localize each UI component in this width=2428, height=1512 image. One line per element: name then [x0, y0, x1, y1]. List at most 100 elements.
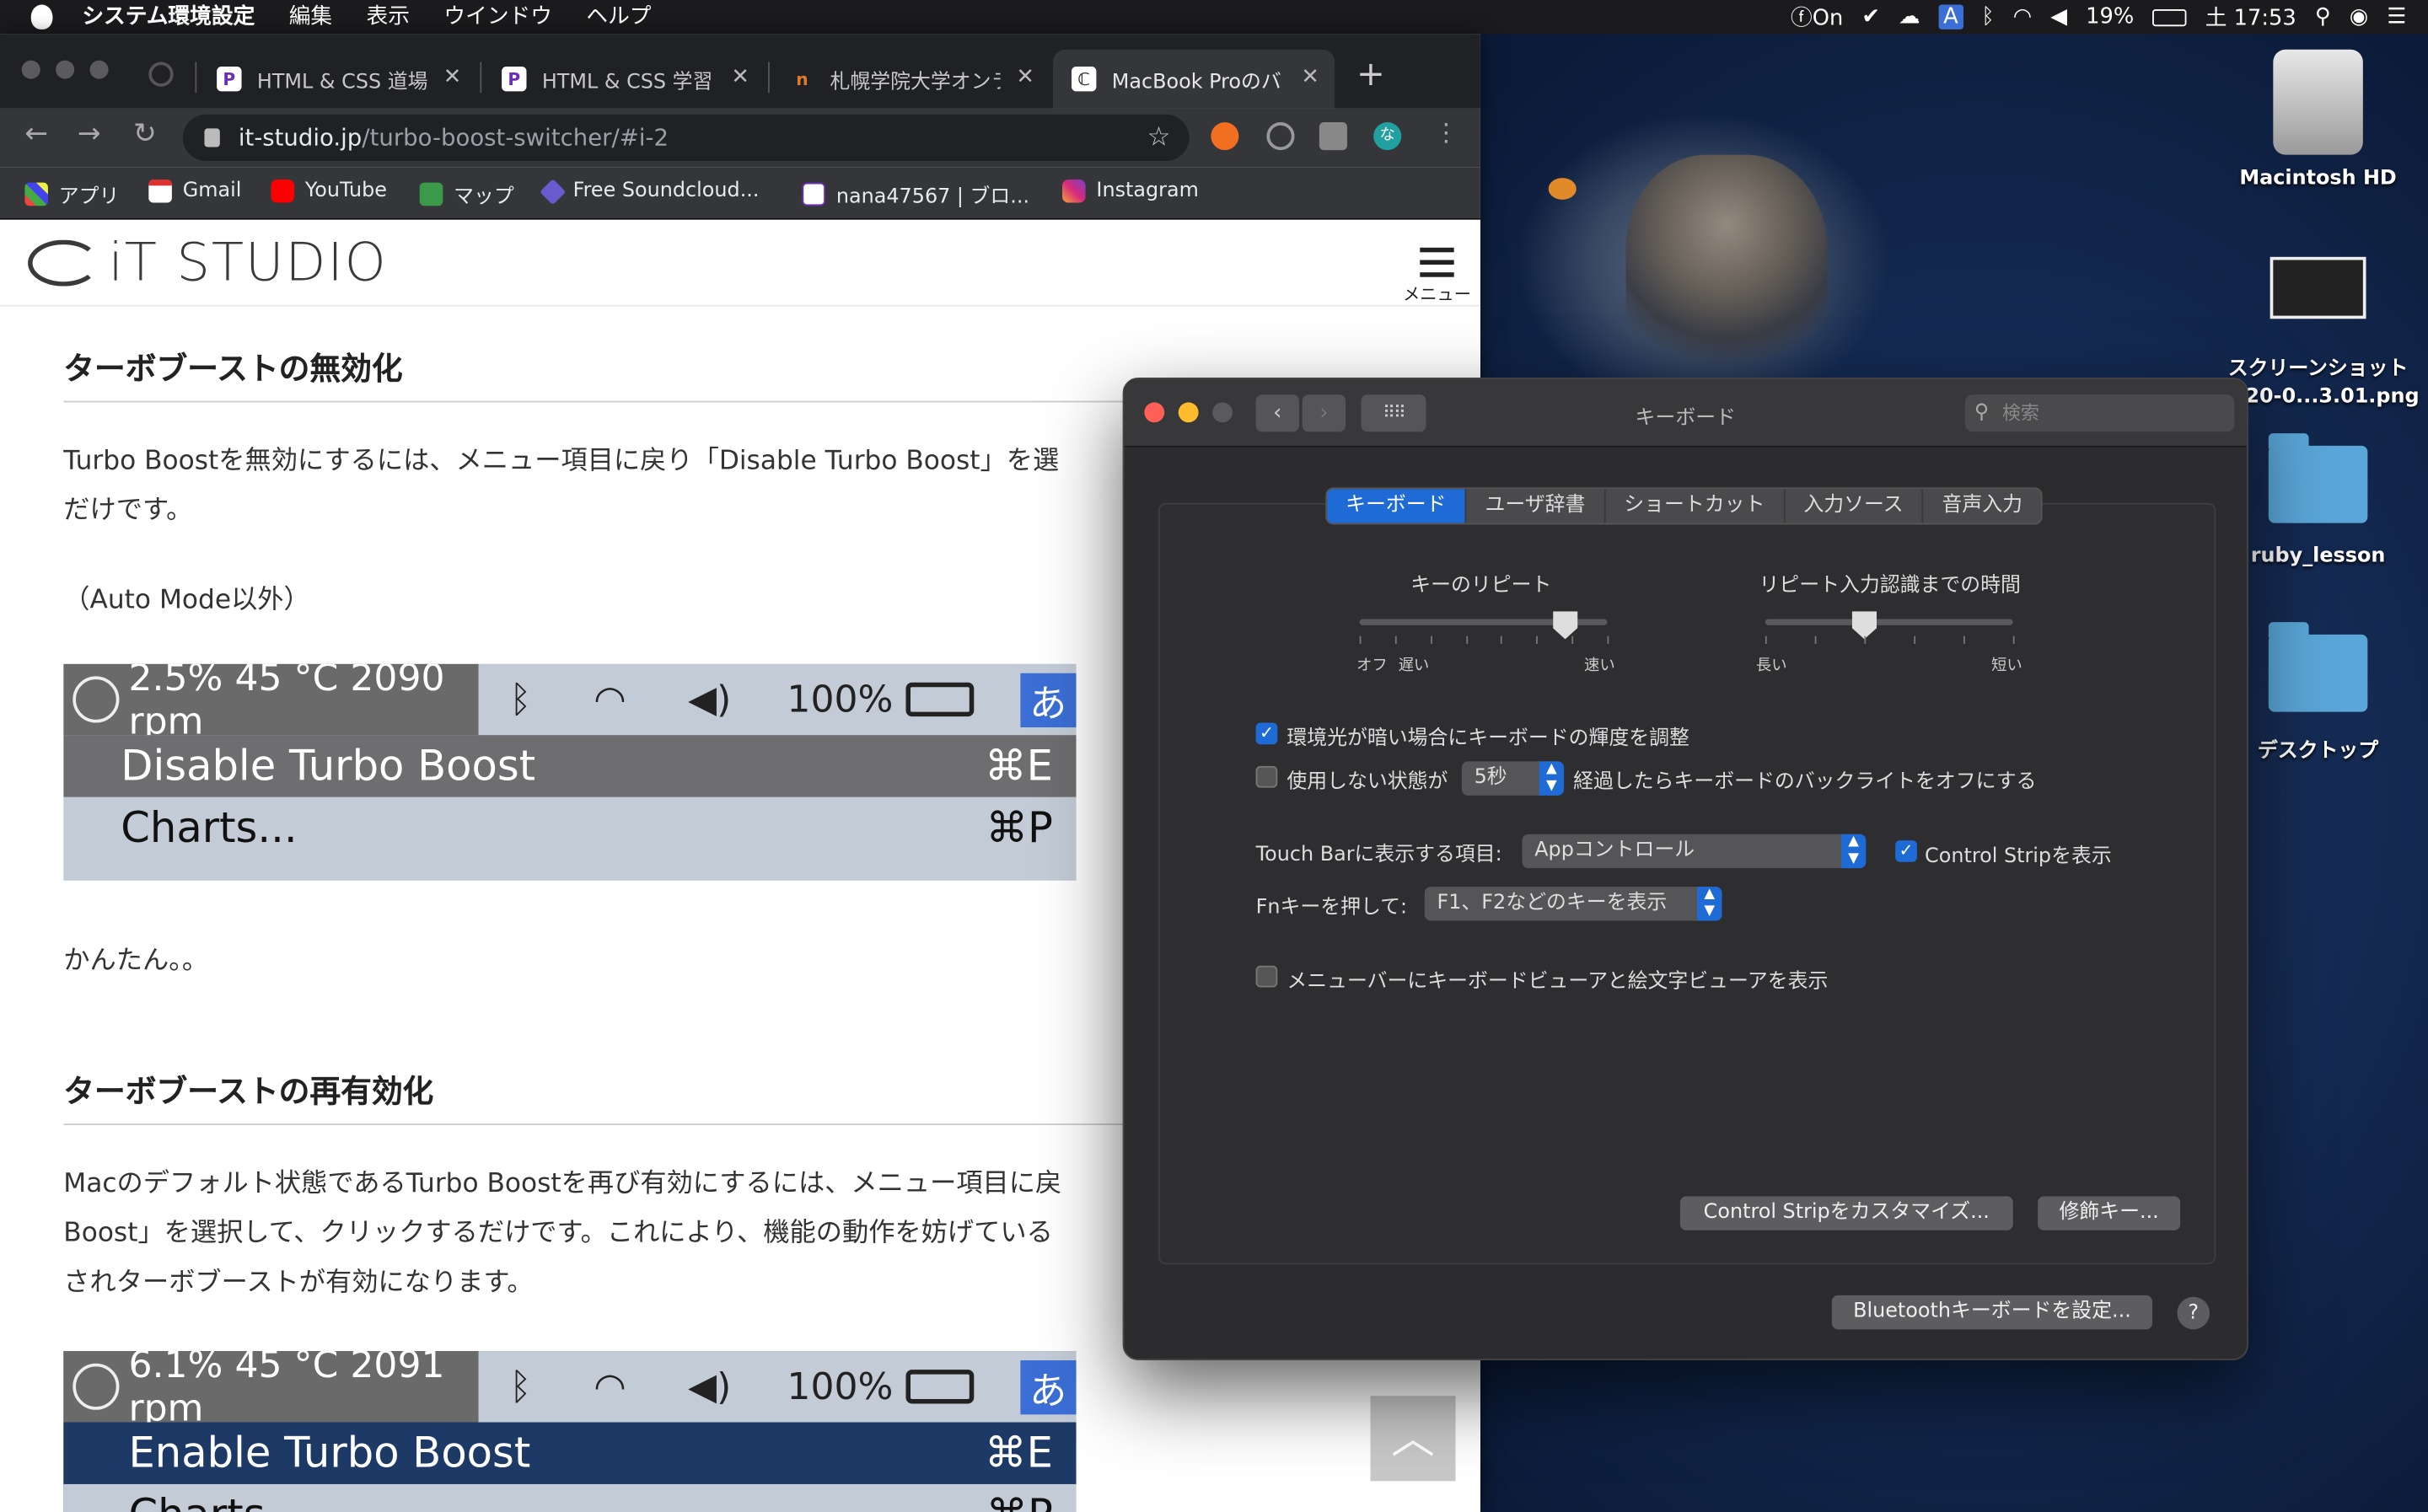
- menu-item-label: Charts...: [128, 1491, 304, 1512]
- new-tab-icon[interactable]: +: [1356, 56, 1385, 94]
- backlight-off-checkbox[interactable]: [1255, 765, 1278, 788]
- tab-html-css-dojo[interactable]: P HTML & CSS 道場 ✕: [198, 50, 477, 109]
- bookmark-gmail[interactable]: Gmail: [148, 180, 241, 203]
- bookmark-label: Free Soundcloud...: [572, 180, 760, 203]
- setup-bluetooth-keyboard-button[interactable]: Bluetoothキーボードを設定...: [1831, 1295, 2153, 1330]
- menu-item-charts: Charts... ⌘P: [63, 1483, 1077, 1512]
- tab-input-sources[interactable]: 入力ソース: [1785, 489, 1924, 523]
- folder-icon[interactable]: [2268, 622, 2368, 712]
- maps-icon: [419, 182, 443, 206]
- bookmark-soundcloud[interactable]: Free Soundcloud...: [540, 178, 760, 205]
- bluetooth-icon: ᛒ: [509, 1365, 532, 1408]
- paragraph: （Auto Mode以外）: [63, 585, 310, 616]
- apple-menu-icon[interactable]: [30, 4, 53, 29]
- extensions-puzzle-icon[interactable]: [1319, 122, 1347, 151]
- close-tab-icon[interactable]: ✕: [731, 65, 749, 89]
- reload-icon[interactable]: ↻: [133, 118, 157, 151]
- menu-edit[interactable]: 編集: [272, 0, 350, 34]
- slider-tick: [1536, 635, 1539, 644]
- battery-percent: 100%: [787, 1365, 894, 1408]
- search-field[interactable]: ⚲ 検索: [1964, 394, 2235, 432]
- logo-swoosh-icon: [28, 239, 99, 287]
- bookmark-nana[interactable]: nana47567 | ブロ...: [802, 180, 1029, 209]
- volume-icon[interactable]: ◀: [2050, 5, 2067, 29]
- extension-icon[interactable]: [1266, 122, 1295, 151]
- close-tab-icon[interactable]: ✕: [443, 65, 462, 89]
- ambient-light-label: 環境光が暗い場合にキーボードの輝度を調整: [1287, 727, 1689, 751]
- wifi-icon[interactable]: ◠: [2013, 5, 2032, 29]
- tab-user-dictionary[interactable]: ユーザ辞書: [1466, 489, 1606, 523]
- tab-keyboard[interactable]: キーボード: [1327, 489, 1467, 523]
- apps-grid-icon: [24, 182, 48, 206]
- spotlight-search-icon[interactable]: ⚲: [2315, 5, 2331, 29]
- check-icon[interactable]: ✔: [1861, 5, 1880, 29]
- bookmark-star-icon[interactable]: ☆: [1147, 115, 1171, 161]
- address-bar[interactable]: it-studio.jp/turbo-boost-switcher/#i-2 ☆: [182, 114, 1190, 161]
- backlight-off-label-b: 経過したらキーボードのバックライトをオフにする: [1573, 770, 2037, 794]
- menu-label[interactable]: メニュー: [1403, 281, 1471, 306]
- bookmark-youtube[interactable]: YouTube: [271, 180, 387, 203]
- notification-center-icon[interactable]: ☰: [2387, 5, 2406, 29]
- cloud-icon[interactable]: ☁: [1899, 5, 1920, 29]
- more-menu-icon[interactable]: ⋮: [1434, 118, 1458, 147]
- zoom-window-button[interactable]: [89, 60, 109, 79]
- slider-tick: [1814, 635, 1817, 644]
- delay-until-repeat-slider[interactable]: [1765, 619, 2013, 625]
- minimize-window-button[interactable]: [56, 60, 75, 79]
- bookmark-label: Gmail: [182, 180, 242, 203]
- soundcloud-extension-icon[interactable]: [1211, 122, 1239, 151]
- touch-bar-label: Touch Barに表示する項目:: [1255, 843, 1502, 867]
- battery-percent[interactable]: 19%: [2086, 5, 2134, 29]
- turbo-status: 2.5% 45 °C 2090 rpm: [128, 663, 445, 743]
- tab-shortcuts[interactable]: ショートカット: [1605, 489, 1786, 523]
- menu-view[interactable]: 表示: [349, 0, 427, 34]
- turbo-boost-status-icon[interactable]: ⓕOn: [1791, 2, 1843, 33]
- bookmark-maps[interactable]: マップ: [419, 180, 514, 209]
- bluetooth-icon[interactable]: ᛒ: [1981, 5, 1994, 29]
- folder-icon[interactable]: [2268, 433, 2368, 523]
- tab-title: MacBook Proのバ: [1111, 70, 1281, 94]
- fn-key-select[interactable]: F1、F2などのキーを表示 ▲ ▼: [1424, 887, 1722, 921]
- touch-bar-select[interactable]: Appコントロール ▲ ▼: [1522, 834, 1867, 869]
- chevron-updown-icon: ▲ ▼: [1539, 761, 1565, 796]
- tab-dictation[interactable]: 音声入力: [1923, 489, 2041, 523]
- profile-avatar[interactable]: な: [1373, 122, 1402, 151]
- scroll-to-top-button[interactable]: ︿: [1370, 1396, 1456, 1482]
- help-button[interactable]: ?: [2177, 1296, 2210, 1330]
- bookmark-instagram[interactable]: Instagram: [1061, 180, 1199, 203]
- tab-macbook-pro[interactable]: ℂ MacBook Proのバ ✕: [1052, 49, 1335, 109]
- close-window-button[interactable]: [21, 60, 40, 79]
- siri-icon[interactable]: ◉: [2350, 5, 2368, 29]
- desktop-label-macintosh-hd[interactable]: Macintosh HD: [2217, 167, 2419, 190]
- back-icon[interactable]: ←: [24, 118, 48, 151]
- tab-sapporo-gakuin[interactable]: n 札幌学院大学オンラ ✕: [771, 50, 1050, 109]
- screenshot-file-icon[interactable]: [2270, 256, 2366, 319]
- battery-icon[interactable]: [2152, 8, 2187, 26]
- menu-help[interactable]: ヘルプ: [569, 0, 669, 34]
- tab-title: 札幌学院大学オンラ: [830, 70, 1001, 94]
- forward-icon[interactable]: →: [78, 118, 101, 151]
- control-strip-checkbox[interactable]: ✓: [1895, 840, 1917, 862]
- close-tab-icon[interactable]: ✕: [1016, 65, 1034, 89]
- fn-key-label: Fnキーを押して:: [1255, 896, 1408, 920]
- close-tab-icon[interactable]: ✕: [1301, 65, 1319, 89]
- tab-html-css-study[interactable]: P HTML & CSS 学習 ✕: [483, 50, 765, 109]
- modifier-keys-button[interactable]: 修飾キー...: [2038, 1196, 2181, 1231]
- menu-window[interactable]: ウインドウ: [427, 0, 569, 34]
- favicon-icon: P: [502, 66, 527, 92]
- clock[interactable]: 土 17:53: [2205, 2, 2296, 33]
- slider-tick: [1501, 635, 1503, 644]
- key-repeat-slow-label: 遅い: [1398, 657, 1430, 675]
- menu-app-name[interactable]: システム環境設定: [65, 0, 271, 34]
- bookmark-apps[interactable]: アプリ: [24, 180, 119, 209]
- hard-drive-icon[interactable]: [2273, 49, 2363, 155]
- backlight-delay-select[interactable]: 5秒 ▲ ▼: [1461, 761, 1565, 796]
- ambient-light-checkbox[interactable]: ✓: [1255, 722, 1278, 745]
- customize-control-strip-button[interactable]: Control Stripをカスタマイズ...: [1679, 1196, 2013, 1231]
- blog-icon: [802, 182, 825, 206]
- keyboard-viewer-checkbox[interactable]: [1255, 965, 1278, 988]
- hamburger-menu-icon[interactable]: [1420, 247, 1454, 285]
- site-logo[interactable]: iT STUDIO: [28, 232, 388, 294]
- input-source-icon[interactable]: A: [1938, 4, 1963, 29]
- shortcut-label: ⌘E: [985, 742, 1053, 791]
